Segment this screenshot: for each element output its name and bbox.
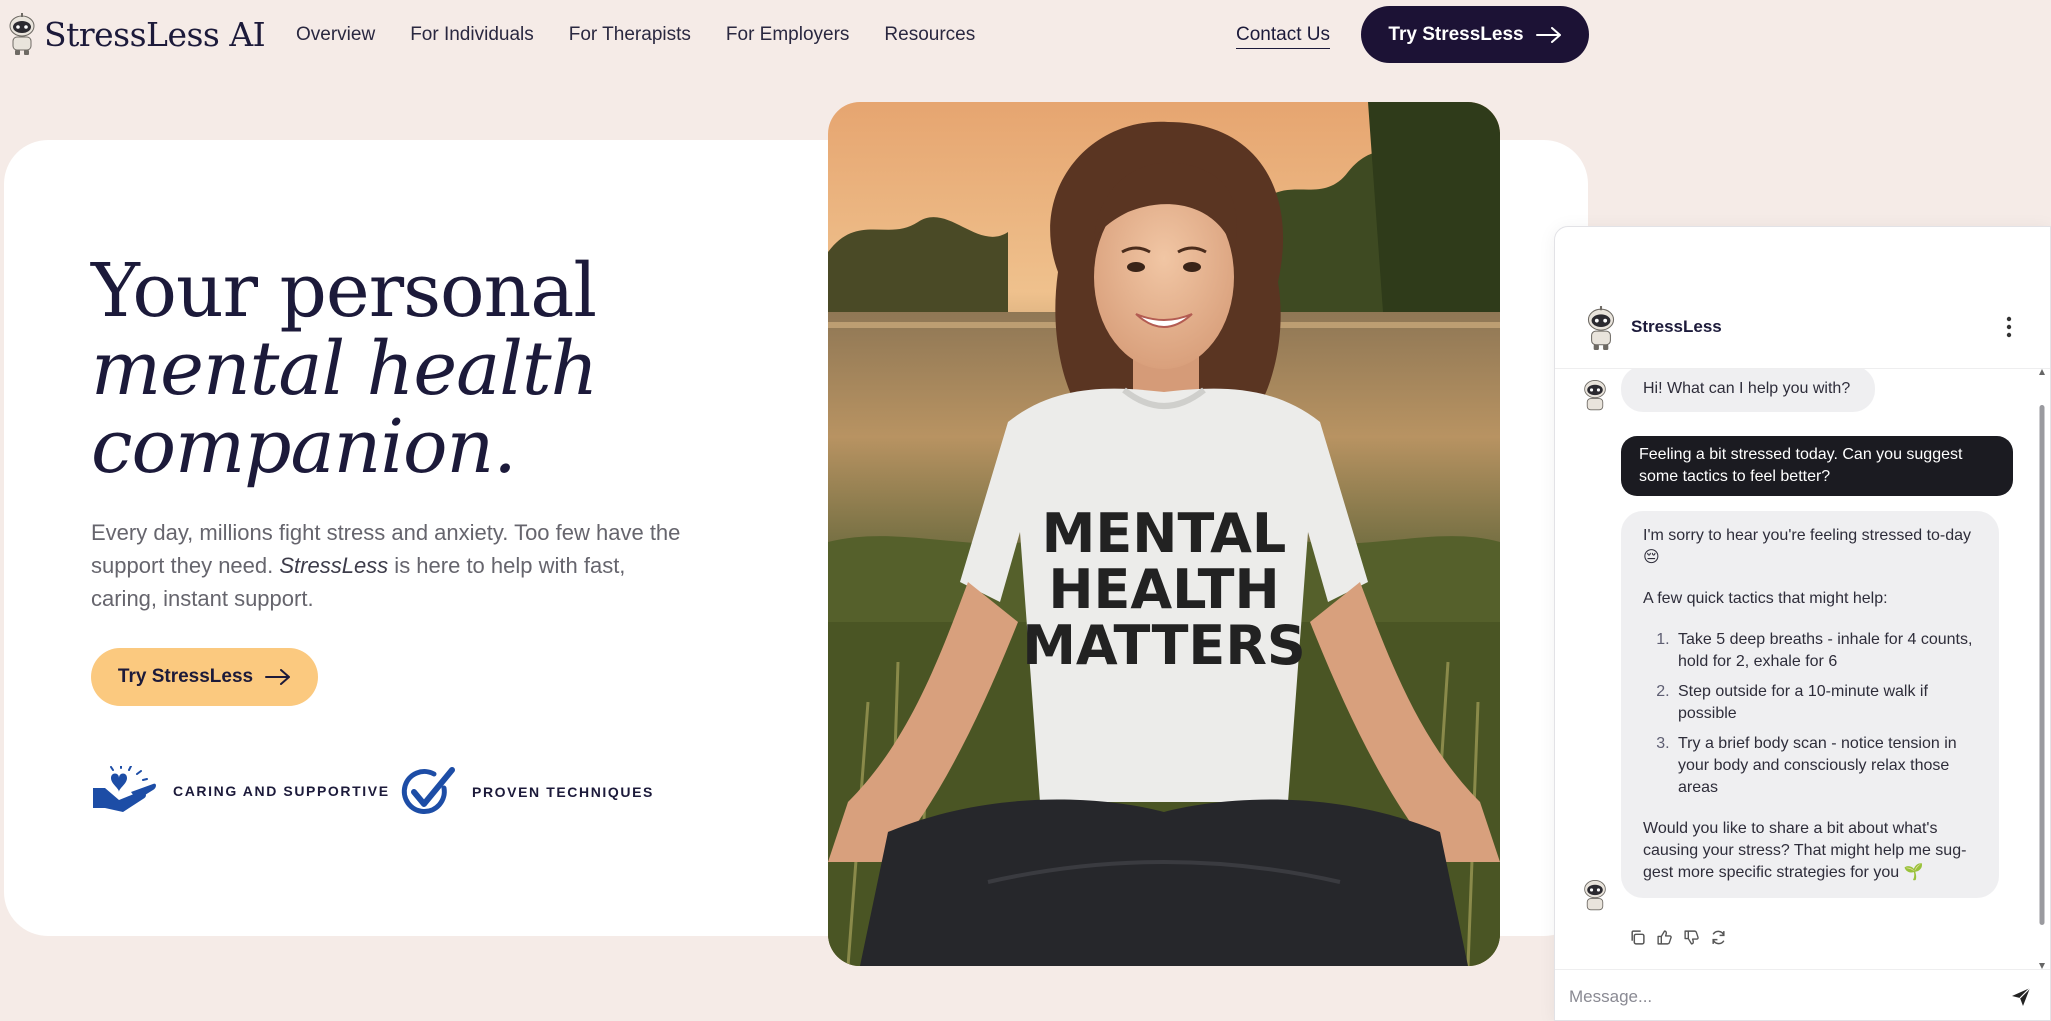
caring-hands-heart-icon [93,766,156,812]
regenerate-icon[interactable] [1710,929,1727,946]
bot-avatar-icon [1584,880,1606,911]
contact-us-link[interactable]: Contact Us [1236,24,1330,49]
try-stressless-nav-label: Try StressLess [1388,23,1524,45]
top-nav: StressLess AI Overview For Individuals F… [0,0,1600,70]
hero-title: Your personal mental health companion. [91,252,711,486]
shirt-text-line-2: HEALTH [1048,558,1279,621]
shirt-text-line-3: MATTERS [1022,614,1306,677]
hero-photo-illustration: MENTAL HEALTH MATTERS [828,102,1500,966]
send-icon[interactable] [2010,986,2032,1008]
copy-icon[interactable] [1629,929,1646,946]
arrow-right-icon [1535,26,1561,43]
reply-intro: I'm sorry to hear you're feeling stresse… [1643,527,1972,566]
more-options-icon[interactable] [2004,315,2014,339]
arrow-right-icon [265,669,291,685]
list-item: Take 5 deep breaths - inhale for 4 count… [1674,629,1983,673]
chat-title: StressLess [1631,317,1722,336]
stressless-avatar-icon [1587,306,1615,350]
nav-link-resources[interactable]: Resources [884,24,975,46]
chat-header [1555,297,2050,369]
feature-caring: CARING AND SUPPORTIVE [91,766,390,816]
nav-link-for-individuals[interactable]: For Individuals [410,24,534,46]
hero-photo: MENTAL HEALTH MATTERS [828,102,1500,966]
try-stressless-hero-label: Try StressLess [117,666,254,687]
robot-logo-icon [9,13,35,55]
hero-title-line-1: Your personal [91,248,597,334]
reply-lead: A few quick tactics that might help: [1643,590,1888,607]
reply-tactics-list: Take 5 deep breaths - inhale for 4 count… [1643,629,1983,799]
shirt-text-line-1: MENTAL [1042,502,1287,565]
nav-link-for-employers[interactable]: For Employers [726,24,850,46]
list-item: Try a brief body scan - notice tension i… [1674,733,1983,799]
feature-proven-label: PROVEN TECHNIQUES [472,784,654,800]
chat-input-row [1555,969,2050,1021]
thumbs-up-icon[interactable] [1656,929,1673,946]
thumbs-down-icon[interactable] [1683,929,1700,946]
nav-link-overview[interactable]: Overview [296,24,375,46]
try-stressless-hero-button[interactable]: Try StressLess [91,648,318,706]
nav-link-for-therapists[interactable]: For Therapists [569,24,691,46]
reply-outro: Would you like to share a bit about what… [1643,820,1967,881]
feature-proven: PROVEN TECHNIQUES [400,766,654,818]
bot-message-reply: I'm sorry to hear you're feeling stresse… [1621,511,1999,898]
hero-subtitle: Every day, millions fight stress and anx… [91,516,691,615]
nav-links: Overview For Individuals For Therapists … [296,24,975,46]
try-stressless-nav-button[interactable]: Try StressLess [1361,6,1589,63]
list-item: Step outside for a 10-minute walk if pos… [1674,681,1983,725]
chat-scrollbar[interactable] [2038,369,2046,969]
chat-widget: StressLess Hi! What can I help you with?… [1554,226,2051,1021]
chat-message-input[interactable] [1569,982,1989,1012]
bot-message-greeting: Hi! What can I help you with? [1621,369,1875,412]
logo[interactable]: StressLess AI [6,12,266,56]
user-message: Feeling a bit stressed today. Can you su… [1621,436,2013,496]
check-circle-icon [401,767,455,814]
hero-title-line-2: mental health [91,326,598,412]
bot-avatar-icon [1584,380,1606,411]
hero-subtitle-brand: StressLess [279,553,389,578]
hero-title-line-3: companion. [91,404,517,490]
message-actions [1629,929,1727,946]
chat-messages[interactable]: Hi! What can I help you with? Feeling a … [1555,369,2050,969]
feature-caring-label: CARING AND SUPPORTIVE [173,783,390,799]
logo-text: StressLess AI [44,14,266,54]
